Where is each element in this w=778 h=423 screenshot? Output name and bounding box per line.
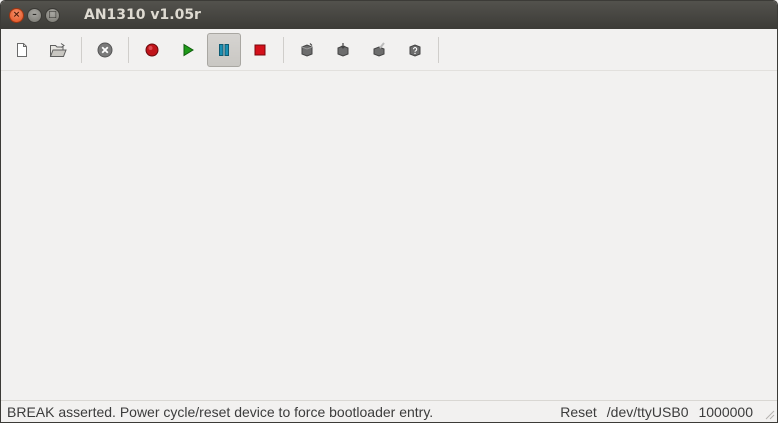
record-icon — [145, 43, 159, 56]
close-window-button[interactable]: × — [9, 7, 24, 23]
program-device-button[interactable] — [290, 33, 324, 67]
erase-device-icon — [373, 41, 385, 57]
maximize-window-button[interactable]: □ — [45, 7, 60, 23]
status-bar: BREAK asserted. Power cycle/reset device… — [1, 400, 777, 422]
read-device-button[interactable] — [326, 33, 360, 67]
program-device-icon — [301, 42, 313, 57]
toolbar-separator — [283, 36, 284, 63]
toolbar-separator — [81, 36, 82, 63]
toolbar — [1, 29, 777, 71]
status-message: BREAK asserted. Power cycle/reset device… — [7, 403, 434, 420]
window-title: AN1310 v1.05r — [84, 7, 201, 23]
pause-button[interactable] — [207, 32, 241, 67]
minimize-window-button[interactable]: – — [27, 7, 42, 23]
verify-device-icon — [409, 43, 421, 57]
toolbar-separator — [438, 36, 439, 63]
open-folder-icon — [49, 42, 67, 57]
new-icon — [17, 42, 27, 57]
run-icon — [183, 43, 194, 56]
record-button[interactable] — [135, 33, 169, 67]
title-bar: × – □ AN1310 v1.05r — [1, 1, 777, 29]
new-button[interactable] — [5, 33, 39, 67]
read-device-icon — [337, 42, 349, 57]
main-content-area — [1, 71, 777, 400]
erase-device-button[interactable] — [362, 33, 396, 67]
abort-icon — [97, 42, 113, 57]
abort-button[interactable] — [88, 33, 122, 67]
pause-icon — [219, 43, 229, 56]
run-button[interactable] — [171, 33, 205, 67]
status-baud: 1000000 — [698, 403, 753, 420]
verify-device-button[interactable] — [398, 33, 432, 67]
open-button[interactable] — [41, 33, 75, 67]
toolbar-separator — [128, 36, 129, 63]
status-port: /dev/ttyUSB0 — [606, 403, 689, 420]
status-mode: Reset — [560, 403, 597, 420]
stop-icon — [254, 44, 266, 55]
resize-grip-icon[interactable] — [763, 408, 775, 420]
app-window: × – □ AN1310 v1.05r BREAK asserted. Powe… — [0, 0, 778, 423]
connection-info: Reset /dev/ttyUSB0 1000000 — [560, 404, 771, 420]
stop-button[interactable] — [243, 33, 277, 67]
